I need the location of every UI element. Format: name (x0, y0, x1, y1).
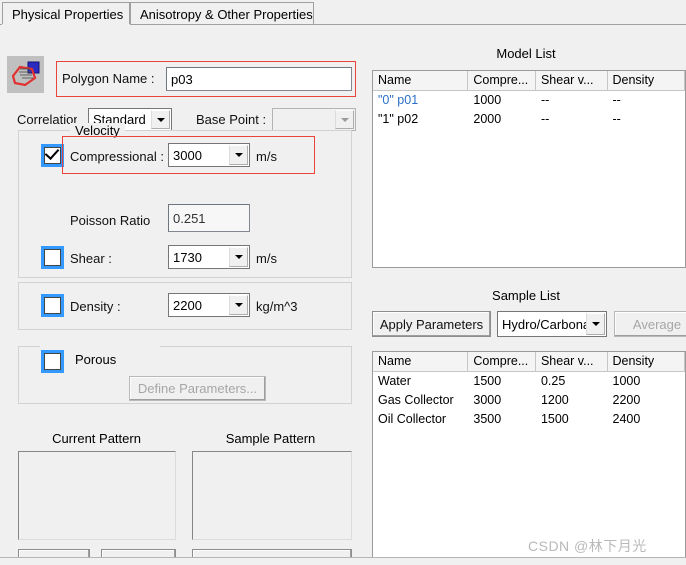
apply-parameters-label: Apply Parameters (379, 316, 484, 332)
table-row[interactable]: Gas Collector 3000 1200 2200 (373, 391, 685, 410)
average-label: Average (632, 316, 682, 332)
tab-anisotropy-other-properties[interactable]: Anisotropy & Other Properties (130, 2, 314, 25)
correlation-label: Correlation (17, 112, 77, 127)
sample-row-2-compressional: 3500 (473, 412, 502, 426)
watermark: CSDN @林下月光 (528, 538, 647, 554)
shear-input[interactable]: 1730 (168, 245, 250, 269)
sample-col-density[interactable]: Density (608, 352, 685, 371)
model-row-0-shear: -- (540, 93, 550, 107)
compressional-checkbox[interactable] (41, 144, 64, 167)
model-row-0-density: -- (612, 93, 621, 107)
average-button[interactable]: Average (614, 311, 686, 337)
sample-pattern-preview[interactable] (192, 451, 352, 540)
sample-pattern-label: Sample Pattern (225, 431, 316, 446)
velocity-group-title: Velocity (70, 123, 125, 138)
tab-selected-mask (2, 24, 130, 26)
chevron-down-icon[interactable] (151, 110, 170, 129)
base-point-label: Base Point : (196, 112, 267, 127)
density-unit: kg/m^3 (256, 299, 298, 314)
table-row[interactable]: "1" p02 2000 -- -- (373, 110, 685, 129)
density-value: 2200 (173, 297, 202, 313)
chevron-down-icon[interactable] (335, 110, 354, 129)
model-row-0-name: "0" p01 (378, 93, 419, 107)
polygon-name-input[interactable]: p03 (166, 67, 352, 91)
model-col-name[interactable]: Name (373, 71, 469, 90)
model-row-1-density: -- (612, 112, 621, 126)
sample-row-0-name: Water (378, 374, 411, 388)
table-row[interactable]: "0" p01 1000 -- -- (373, 91, 685, 110)
sample-row-0-shear: 0.25 (540, 374, 566, 388)
application-window: Physical Properties Anisotropy & Other P… (0, 0, 686, 565)
poisson-ratio-label: Poisson Ratio (70, 213, 151, 228)
sample-row-2-name: Oil Collector (378, 412, 447, 426)
compressional-unit: m/s (256, 149, 277, 164)
chevron-down-icon[interactable] (229, 145, 248, 165)
sample-row-1-name: Gas Collector (378, 393, 454, 407)
density-checkbox[interactable] (41, 294, 64, 317)
sample-row-2-density: 2400 (612, 412, 641, 426)
density-label: Density : (70, 299, 121, 314)
sample-row-1-shear: 1200 (540, 393, 569, 407)
compressional-value: 3000 (173, 147, 202, 163)
model-row-0-compressional: 1000 (473, 93, 502, 107)
model-col-shear[interactable]: Shear v... (536, 71, 608, 90)
sample-list-header: Name Compre... Shear v... Density (373, 352, 685, 372)
tab-strip: Physical Properties Anisotropy & Other P… (0, 0, 686, 26)
sample-type-value: Hydro/Carbonat (502, 316, 586, 332)
sample-col-name[interactable]: Name (373, 352, 469, 371)
shear-checkbox[interactable] (41, 246, 64, 269)
model-col-compressional[interactable]: Compre... (468, 71, 536, 90)
table-row[interactable]: Oil Collector 3500 1500 2400 (373, 410, 685, 429)
tab-physical-properties[interactable]: Physical Properties (2, 2, 130, 25)
compressional-input[interactable]: 3000 (168, 143, 250, 167)
sample-col-compressional[interactable]: Compre... (468, 352, 536, 371)
sample-row-1-compressional: 3000 (473, 393, 502, 407)
lists-pane: Model List Name Compre... Shear v... Den… (366, 26, 686, 565)
sample-row-0-density: 1000 (612, 374, 641, 388)
sample-list-title: Sample List (492, 288, 560, 303)
tab-anisotropy-other-properties-label: Anisotropy & Other Properties (140, 7, 313, 22)
shear-value: 1730 (173, 249, 202, 265)
apply-parameters-button[interactable]: Apply Parameters (372, 311, 491, 337)
sample-type-select[interactable]: Hydro/Carbonat (497, 311, 607, 337)
model-list-header: Name Compre... Shear v... Density (373, 71, 685, 91)
model-list-title: Model List (496, 46, 556, 61)
shear-label: Shear : (70, 251, 112, 266)
porous-checkbox[interactable] (41, 350, 64, 373)
tab-physical-properties-label: Physical Properties (12, 7, 124, 22)
define-parameters-label: Define Parameters... (137, 381, 258, 396)
table-row[interactable]: Water 1500 0.25 1000 (373, 372, 685, 391)
check-icon (44, 144, 60, 161)
model-row-1-compressional: 2000 (473, 112, 502, 126)
define-parameters-button[interactable]: Define Parameters... (129, 376, 266, 401)
chevron-down-icon[interactable] (586, 313, 605, 335)
physical-properties-pane: Polygon Name : p03 Correlation Standard … (0, 26, 366, 565)
model-row-1-shear: -- (540, 112, 550, 126)
base-point-select[interactable] (272, 108, 356, 131)
sample-list-table[interactable]: Name Compre... Shear v... Density Water … (372, 351, 686, 563)
sample-row-0-compressional: 1500 (473, 374, 502, 388)
shear-unit: m/s (256, 251, 277, 266)
poisson-ratio-value: 0.251 (173, 210, 206, 226)
current-pattern-label: Current Pattern (52, 431, 141, 446)
sample-row-1-density: 2200 (612, 393, 641, 407)
model-col-density[interactable]: Density (608, 71, 685, 90)
sample-col-shear[interactable]: Shear v... (536, 352, 608, 371)
current-pattern-preview[interactable] (18, 451, 176, 540)
model-row-1-name: "1" p02 (378, 112, 419, 126)
porous-label: Porous (70, 352, 122, 367)
window-bottom-edge (0, 557, 686, 565)
chevron-down-icon[interactable] (229, 295, 248, 315)
model-list-table[interactable]: Name Compre... Shear v... Density "0" p0… (372, 70, 686, 268)
chevron-down-icon[interactable] (229, 247, 248, 267)
porous-title-mask (40, 345, 160, 348)
polygon-pattern-icon (7, 56, 44, 93)
polygon-name-value: p03 (171, 71, 193, 87)
compressional-label: Compressional : (70, 149, 164, 164)
poisson-ratio-value-field: 0.251 (168, 204, 250, 232)
sample-row-2-shear: 1500 (540, 412, 569, 426)
polygon-name-label: Polygon Name : (62, 71, 155, 86)
density-input[interactable]: 2200 (168, 293, 250, 317)
